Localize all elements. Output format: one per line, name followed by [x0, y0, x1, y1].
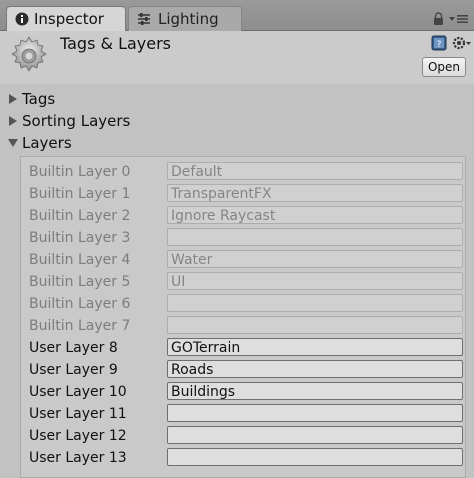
layers-panel: Builtin Layer 0 Default Builtin Layer 1 … [20, 156, 466, 478]
layer-row: Builtin Layer 7 [29, 315, 463, 337]
layer-row: Builtin Layer 3 [29, 227, 463, 249]
svg-text:?: ? [437, 40, 442, 50]
layer-row: Builtin Layer 0 Default [29, 161, 463, 183]
layer-field [167, 228, 463, 246]
layer-row: User Layer 11 [29, 403, 463, 425]
tab-inspector[interactable]: Inspector [6, 6, 126, 31]
layer-field: Water [167, 250, 463, 268]
layer-row: User Layer 13 [29, 447, 463, 469]
inspector-header: Tags & Layers ? Open [0, 31, 474, 84]
layer-name: User Layer 13 [29, 450, 127, 466]
layer-input[interactable]: Buildings [167, 382, 463, 400]
layer-name: Builtin Layer 2 [29, 208, 131, 224]
layer-name: User Layer 12 [29, 428, 127, 444]
layer-row: Builtin Layer 4 Water [29, 249, 463, 271]
layer-input[interactable] [167, 426, 463, 444]
layer-name: Builtin Layer 3 [29, 230, 131, 246]
layer-row: Builtin Layer 6 [29, 293, 463, 315]
layer-field: Default [167, 162, 463, 180]
layer-field: TransparentFX [167, 184, 463, 202]
tags-label: Tags [22, 90, 56, 108]
collapse-arrow-icon [8, 139, 18, 147]
help-book-icon[interactable]: ? [431, 35, 447, 51]
layer-name: Builtin Layer 6 [29, 296, 131, 312]
layer-input[interactable] [167, 404, 463, 422]
layer-name: User Layer 9 [29, 362, 118, 378]
tab-lighting-label: Lighting [158, 10, 219, 28]
layer-name: User Layer 8 [29, 340, 118, 356]
tab-lighting[interactable]: Lighting [128, 6, 242, 31]
tab-menu-icon[interactable] [449, 13, 469, 25]
layer-name: Builtin Layer 1 [29, 186, 131, 202]
layer-row: Builtin Layer 2 Ignore Raycast [29, 205, 463, 227]
gear-icon [11, 36, 47, 72]
layer-field: UI [167, 272, 463, 290]
lock-icon[interactable] [433, 12, 444, 25]
layer-input[interactable]: Roads [167, 360, 463, 378]
layer-field: Ignore Raycast [167, 206, 463, 224]
page-title: Tags & Layers [60, 34, 172, 53]
layer-name: User Layer 10 [29, 384, 127, 400]
layer-name: Builtin Layer 0 [29, 164, 131, 180]
layer-row: User Layer 8 GOTerrain [29, 337, 463, 359]
layer-field [167, 316, 463, 334]
layer-row: Builtin Layer 1 TransparentFX [29, 183, 463, 205]
layer-input[interactable]: GOTerrain [167, 338, 463, 356]
layer-name: User Layer 11 [29, 406, 127, 422]
layers-label: Layers [22, 134, 72, 152]
settings-gear-icon[interactable] [452, 35, 472, 51]
layer-row: User Layer 10 Buildings [29, 381, 463, 403]
open-button[interactable]: Open [422, 57, 466, 77]
sorting-layers-label: Sorting Layers [22, 112, 131, 130]
layer-input[interactable] [167, 448, 463, 466]
tab-bar: Inspector Lighting [0, 0, 474, 31]
sliders-icon [138, 13, 150, 25]
layer-field [167, 294, 463, 312]
layer-name: Builtin Layer 5 [29, 274, 131, 290]
layer-name: Builtin Layer 4 [29, 252, 131, 268]
layer-row: User Layer 9 Roads [29, 359, 463, 381]
expand-arrow-icon [9, 94, 17, 104]
layer-row: User Layer 12 [29, 425, 463, 447]
info-icon [15, 12, 29, 26]
layer-row: Builtin Layer 5 UI [29, 271, 463, 293]
tab-inspector-label: Inspector [34, 10, 104, 28]
layer-name: Builtin Layer 7 [29, 318, 131, 334]
expand-arrow-icon [9, 116, 17, 126]
